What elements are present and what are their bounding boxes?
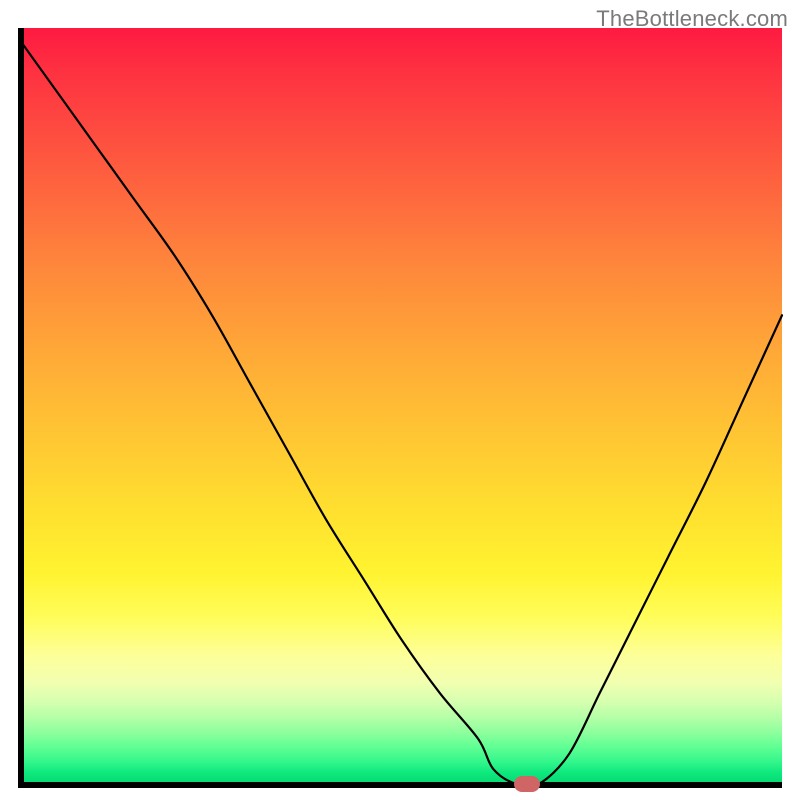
chart-frame xyxy=(18,28,782,788)
bottleneck-curve xyxy=(18,28,782,788)
chart-root: TheBottleneck.com xyxy=(0,0,800,800)
minimum-marker xyxy=(514,776,540,792)
watermark-text: TheBottleneck.com xyxy=(596,6,788,32)
